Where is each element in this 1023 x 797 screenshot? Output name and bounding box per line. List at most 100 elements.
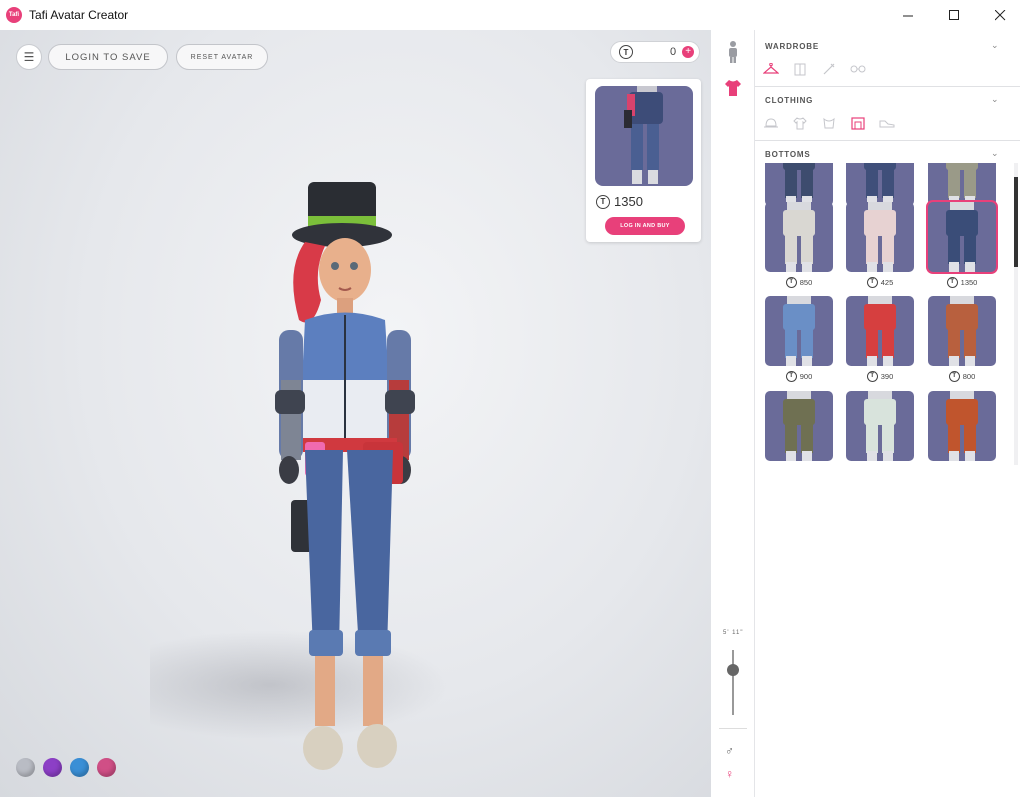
login-to-save-button[interactable]: LOGIN TO SAVE: [48, 44, 168, 70]
glasses-icon[interactable]: [850, 62, 866, 76]
bottoms-item[interactable]: T 390: [846, 296, 914, 382]
item-thumbnail: [765, 202, 833, 272]
bottoms-item[interactable]: T 900: [765, 296, 833, 382]
avatar-model[interactable]: [255, 180, 445, 780]
tafi-coin-icon: T: [948, 370, 960, 382]
item-preview-card: T 1350 LOG IN AND BUY: [586, 79, 701, 242]
wardrobe-title: WARDROBE: [765, 42, 819, 51]
preview-price-value: 1350: [614, 194, 643, 209]
female-button[interactable]: ♀: [725, 767, 734, 781]
item-thumbnail: [846, 391, 914, 461]
item-price-value: 1350: [960, 277, 978, 287]
item-thumbnail: [928, 296, 996, 366]
item-thumbnail: [928, 391, 996, 461]
item-thumbnail: [928, 202, 996, 272]
minimize-button[interactable]: [885, 0, 931, 30]
bottoms-title: BOTTOMS: [765, 150, 811, 159]
tafi-coin-icon: T: [866, 370, 878, 382]
item-price-value: 900: [799, 371, 813, 381]
skin-tone-swatch[interactable]: [97, 758, 116, 777]
preview-price: T 1350: [596, 194, 643, 209]
makeup-icon[interactable]: [821, 62, 837, 76]
app-logo-icon: Tafi: [6, 7, 22, 23]
view-sidebar: 5' 11" ♂ ♀: [711, 30, 755, 797]
body-figure-icon: [729, 41, 737, 63]
height-label: 5' 11": [723, 630, 744, 636]
bottoms-chevron-icon[interactable]: ⌄: [991, 148, 999, 159]
skin-tone-swatches: [16, 758, 116, 777]
bottoms-item[interactable]: T1350: [928, 202, 996, 288]
item-price-value: 390: [880, 371, 894, 381]
item-thumbnail: [765, 163, 833, 206]
item-price: T 800: [928, 370, 996, 382]
bottoms-item[interactable]: T 425: [846, 202, 914, 288]
section-divider: [755, 86, 1020, 87]
item-price: T 850: [765, 276, 833, 288]
top-icon[interactable]: [821, 116, 837, 130]
bottoms-icon[interactable]: [850, 116, 866, 130]
item-price: T 390: [846, 370, 914, 382]
login-and-buy-button[interactable]: LOG IN AND BUY: [605, 217, 685, 235]
bottoms-item[interactable]: [765, 391, 833, 461]
female-icon: ♀: [725, 767, 734, 781]
height-slider-track[interactable]: [732, 650, 734, 715]
add-currency-button[interactable]: +: [682, 46, 695, 58]
scrollbar-thumb[interactable]: [1014, 177, 1018, 267]
tafi-coin-icon: T: [866, 276, 878, 288]
wardrobe-icons: [763, 62, 866, 76]
clothing-title: CLOTHING: [765, 96, 814, 105]
bottoms-item[interactable]: [846, 391, 914, 461]
shoe-icon[interactable]: [879, 116, 895, 130]
balance-value: 0: [670, 46, 677, 58]
customization-panel: WARDROBE ⌄ CLOTHING ⌄ BOTTOMS ⌄ T 850 T …: [755, 30, 1023, 797]
reset-avatar-button[interactable]: RESET AVATAR: [176, 44, 268, 70]
currency-balance: T 0 +: [610, 41, 700, 63]
item-price: T 425: [846, 276, 914, 288]
skin-tone-swatch[interactable]: [16, 758, 35, 777]
item-price-value: 850: [799, 277, 813, 287]
height-slider-handle[interactable]: [727, 664, 739, 676]
bottoms-item[interactable]: [928, 391, 996, 461]
tafi-coin-icon: T: [785, 276, 797, 288]
tafi-coin-icon: T: [596, 194, 610, 209]
tafi-coin-icon: T: [619, 45, 633, 59]
item-thumbnail: [846, 163, 914, 206]
close-icon: [994, 9, 1005, 20]
close-button[interactable]: [977, 0, 1023, 30]
avatar-viewport[interactable]: ☰ LOGIN TO SAVE RESET AVATAR T 0 + T 135…: [0, 30, 711, 797]
body-view-button[interactable]: [723, 40, 743, 64]
menu-button[interactable]: ☰: [16, 44, 42, 70]
bottoms-item[interactable]: T 800: [928, 296, 996, 382]
wardrobe-chevron-icon[interactable]: ⌄: [991, 40, 999, 51]
minimize-icon: [902, 15, 913, 16]
clothing-chevron-icon[interactable]: ⌄: [991, 94, 999, 105]
hamburger-icon: ☰: [23, 50, 35, 64]
clothing-icons: [763, 116, 895, 130]
tafi-coin-icon: T: [785, 370, 797, 382]
wardrobe-icon[interactable]: [792, 62, 808, 76]
shirt-icon: [725, 80, 741, 96]
tafi-coin-icon: T: [946, 276, 958, 288]
item-thumbnail: [765, 296, 833, 366]
item-thumbnail: [846, 202, 914, 272]
bottoms-item[interactable]: T 850: [765, 202, 833, 288]
skin-tone-swatch[interactable]: [43, 758, 62, 777]
app-title: Tafi Avatar Creator: [29, 8, 129, 22]
maximize-icon: [948, 9, 959, 20]
section-divider: [755, 140, 1020, 141]
preview-image: [595, 86, 693, 186]
male-button[interactable]: ♂: [725, 744, 734, 758]
hanger-icon[interactable]: [763, 62, 779, 76]
hat-icon[interactable]: [763, 116, 779, 130]
maximize-button[interactable]: [931, 0, 977, 30]
clothing-view-button[interactable]: [723, 76, 743, 100]
male-icon: ♂: [725, 744, 734, 758]
panel-scrollbar[interactable]: [1014, 163, 1018, 465]
skin-tone-swatch[interactable]: [70, 758, 89, 777]
sidebar-divider: [719, 728, 747, 729]
title-bar: Tafi Tafi Avatar Creator: [0, 0, 1023, 30]
item-price: T1350: [928, 276, 996, 288]
item-price: T 900: [765, 370, 833, 382]
item-thumbnail: [928, 163, 996, 206]
shirt-outline-icon[interactable]: [792, 116, 808, 130]
